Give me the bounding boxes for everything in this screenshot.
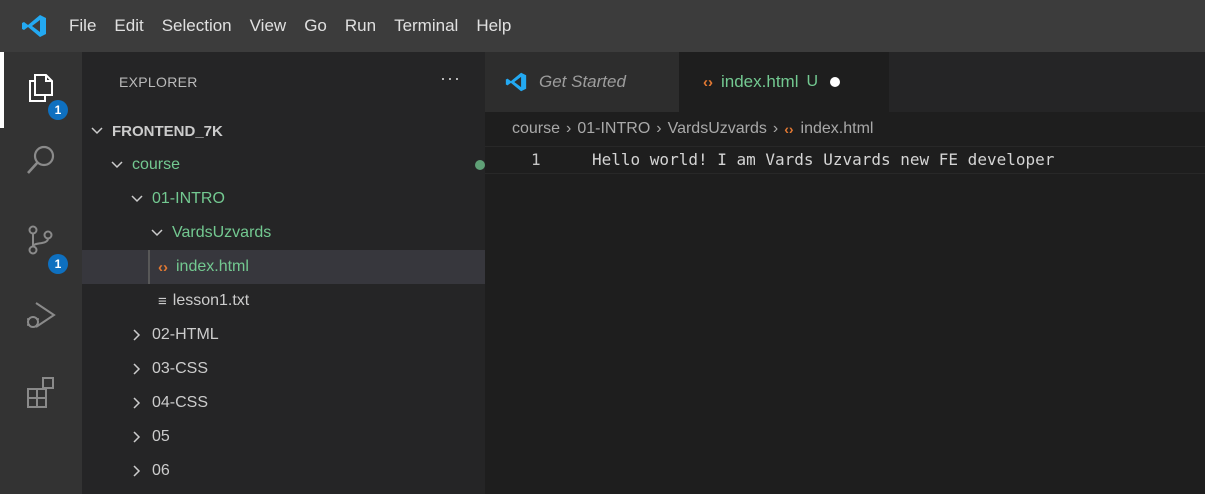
chevron-right-icon: › xyxy=(656,120,662,137)
run-debug-icon xyxy=(24,298,58,337)
menu-selection[interactable]: Selection xyxy=(153,0,241,52)
activity-source-control[interactable]: 1 xyxy=(0,212,82,274)
editor-tabs: Get Started ‹› index.html U xyxy=(485,52,1205,112)
chevron-right-icon xyxy=(130,363,144,375)
menu-view[interactable]: View xyxy=(241,0,296,52)
activity-search[interactable] xyxy=(0,132,82,192)
tree-item-label: 05 xyxy=(152,428,170,445)
code-line[interactable]: Hello world! I am Vards Uzvards new FE d… xyxy=(592,150,1054,169)
tree-item-label: FRONTEND_7K xyxy=(112,122,223,140)
chevron-down-icon xyxy=(150,229,164,237)
chevron-right-icon: › xyxy=(566,120,572,137)
tree-folder-vardsuzvards[interactable]: VardsUzvards xyxy=(82,216,553,250)
breadcrumb-item-course[interactable]: course xyxy=(512,120,560,138)
chevron-right-icon: › xyxy=(772,120,779,137)
activity-run-debug[interactable] xyxy=(0,287,82,347)
git-modified-dot xyxy=(475,160,485,170)
activity-bar: 1 1 xyxy=(0,52,82,494)
current-line-highlight: 1 Hello world! I am Vards Uzvards new FE… xyxy=(485,146,1205,174)
source-control-badge: 1 xyxy=(48,254,68,274)
tab-get-started[interactable]: Get Started xyxy=(485,52,679,112)
extensions-icon xyxy=(24,375,58,414)
tree-item-label: course xyxy=(132,156,181,173)
menu-bar: File Edit Selection View Go Run Terminal… xyxy=(60,0,520,52)
tree-item-label: index.html xyxy=(176,258,249,275)
chevron-right-icon xyxy=(130,465,144,477)
explorer-badge: 1 xyxy=(48,100,68,120)
tree-file-index-html[interactable]: ‹› index.html U xyxy=(82,250,551,284)
chevron-right-icon xyxy=(130,431,144,443)
unsaved-dot-icon[interactable] xyxy=(830,77,841,87)
chevron-right-icon xyxy=(130,329,144,341)
chevron-down-icon xyxy=(130,195,144,203)
tree-folder-02-html[interactable]: 02-HTML xyxy=(82,318,533,352)
tree-item-label: lesson1.txt xyxy=(172,292,250,309)
breadcrumb-item-index-html[interactable]: index.html xyxy=(801,120,874,138)
explorer-title: EXPLORER xyxy=(119,74,198,90)
activity-extensions[interactable] xyxy=(0,364,82,424)
tree-item-label: 04-CSS xyxy=(152,394,209,411)
tree-folder-01-intro[interactable]: 01-INTRO xyxy=(82,182,533,216)
menu-terminal[interactable]: Terminal xyxy=(385,0,467,52)
html-file-icon: ‹› xyxy=(784,121,794,137)
tree-item-label: 03-CSS xyxy=(152,360,209,377)
tree-folder-05[interactable]: 05 xyxy=(82,420,533,454)
vscode-logo-icon xyxy=(12,0,56,52)
breadcrumb-item-vardsuzvards[interactable]: VardsUzvards xyxy=(668,120,767,138)
menu-go[interactable]: Go xyxy=(295,0,336,52)
chevron-down-icon xyxy=(110,161,124,169)
tab-index-html[interactable]: ‹› index.html U xyxy=(679,52,889,112)
chevron-down-icon xyxy=(90,127,104,135)
breadcrumb-item-01-intro[interactable]: 01-INTRO xyxy=(577,120,650,138)
html-file-icon: ‹› xyxy=(703,73,713,91)
text-file-icon: ≡ xyxy=(158,292,167,310)
chevron-right-icon xyxy=(130,397,144,409)
explorer-header: EXPLORER ··· xyxy=(82,52,485,114)
line-number: 1 xyxy=(531,150,541,169)
title-bar: File Edit Selection View Go Run Terminal… xyxy=(0,0,1205,52)
code-editor[interactable]: 1 Hello world! I am Vards Uzvards new FE… xyxy=(485,146,1205,494)
tree-folder-06[interactable]: 06 xyxy=(82,454,533,488)
tree-item-label: 02-HTML xyxy=(152,326,219,343)
tree-folder-04-css[interactable]: 04-CSS xyxy=(82,386,533,420)
vscode-logo-icon xyxy=(505,71,527,93)
tab-label: index.html xyxy=(721,72,799,91)
tree-folder-course[interactable]: course xyxy=(82,148,513,182)
html-file-icon: ‹› xyxy=(158,258,168,276)
tree-folder-03-css[interactable]: 03-CSS xyxy=(82,352,533,386)
more-actions-icon[interactable]: ··· xyxy=(440,68,461,89)
menu-edit[interactable]: Edit xyxy=(105,0,152,52)
search-icon xyxy=(24,143,58,182)
tree-item-label: 01-INTRO xyxy=(152,190,225,207)
indent-guide xyxy=(148,250,150,284)
tree-item-label: VardsUzvards xyxy=(172,224,272,241)
breadcrumb: course › 01-INTRO › VardsUzvards › ‹› in… xyxy=(485,112,1205,146)
menu-help[interactable]: Help xyxy=(467,0,520,52)
menu-file[interactable]: File xyxy=(60,0,105,52)
menu-run[interactable]: Run xyxy=(336,0,385,52)
explorer-sidebar: EXPLORER ··· FRONTEND_7K course 01-INTRO… xyxy=(82,52,551,494)
git-untracked-badge: U xyxy=(806,73,819,90)
tree-root-frontend-7k[interactable]: FRONTEND_7K xyxy=(82,114,493,148)
tab-label: Get Started xyxy=(539,72,626,91)
activity-explorer[interactable]: 1 xyxy=(0,60,82,120)
tree-item-label: 06 xyxy=(152,462,170,479)
